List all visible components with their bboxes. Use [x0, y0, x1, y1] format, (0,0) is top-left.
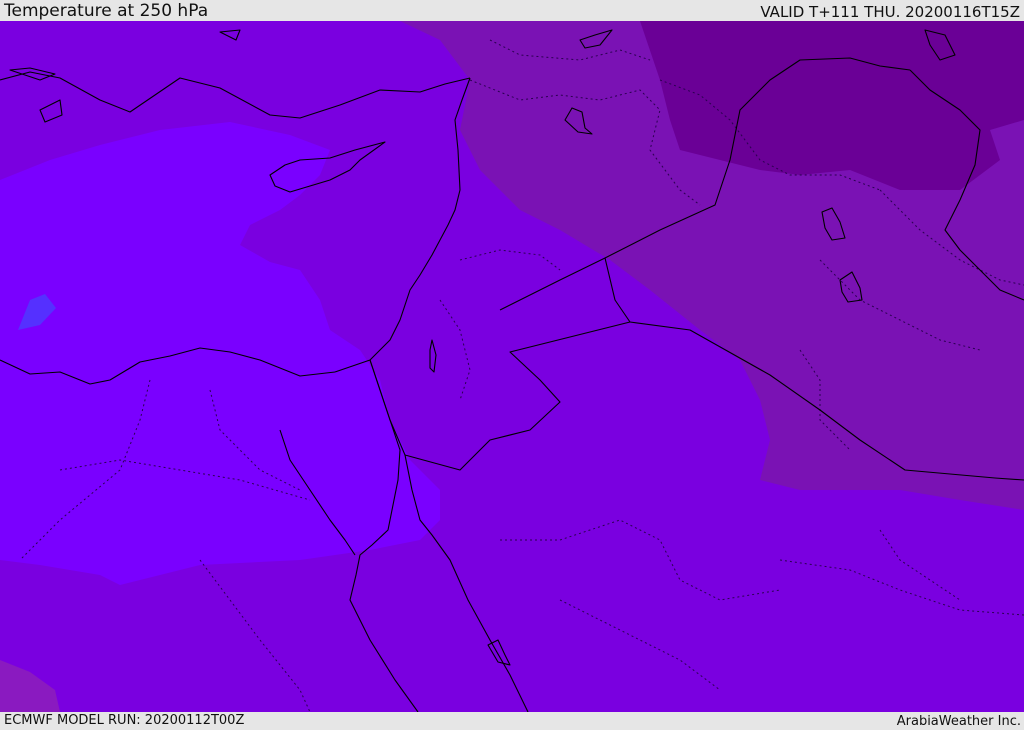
model-run-label: ECMWF MODEL RUN: 20200112T00Z [4, 713, 245, 728]
credit-label: ArabiaWeather Inc. [896, 714, 1021, 729]
map-title: Temperature at 250 hPa [4, 1, 209, 21]
header-bar: Temperature at 250 hPa VALID T+111 THU. … [0, 0, 1024, 21]
temperature-map [0, 21, 1024, 712]
footer-bar: ECMWF MODEL RUN: 20200112T00Z ArabiaWeat… [0, 712, 1024, 729]
valid-time-label: VALID T+111 THU. 20200116T15Z [760, 3, 1020, 21]
